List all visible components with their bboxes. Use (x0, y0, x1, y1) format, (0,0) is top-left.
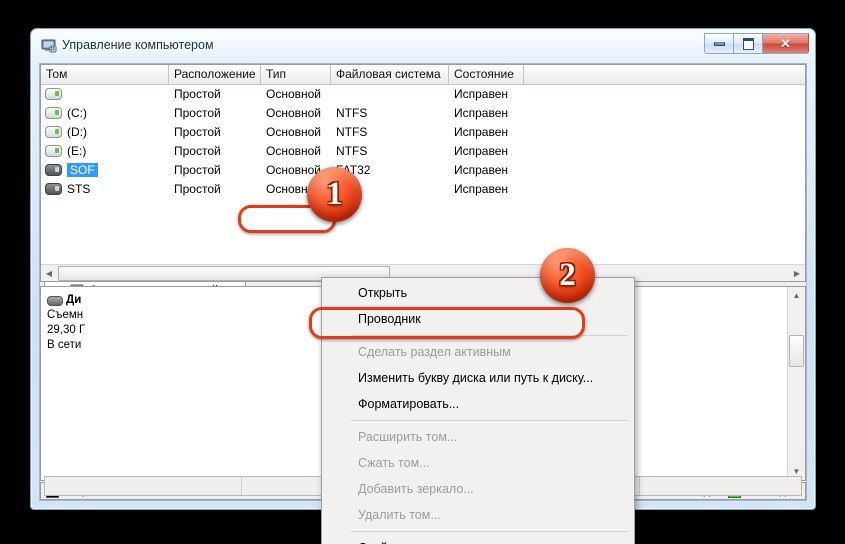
cell-type: Основной (266, 86, 322, 101)
menu-separator (328, 335, 628, 336)
minimize-icon (713, 41, 725, 46)
scroll-thumb[interactable] (789, 335, 804, 367)
fixed-disk-icon (45, 144, 62, 157)
scroll-right-arrow[interactable]: ▶ (789, 266, 805, 281)
cell-volume: (D:) (67, 124, 87, 139)
context-menu-item-format[interactable]: Форматировать... (322, 391, 634, 417)
client-area: Файл Действие Вид Справка (39, 63, 807, 544)
cell-volume-selected: SOF (67, 162, 98, 177)
cell-layout: Простой (174, 181, 221, 196)
screenshot-root: Управление компьютером ✕ Файл Действие В… (0, 0, 845, 544)
step-marker-2-number: 2 (559, 257, 576, 293)
cell-filesystem: NTFS (336, 124, 368, 139)
context-menu-item-add-mirror: Добавить зеркало... (358, 482, 474, 496)
cell-status: Исправен (454, 162, 509, 177)
table-row[interactable]: Простой Основной Исправен (41, 84, 805, 103)
context-menu-item-change-drive-letter[interactable]: Изменить букву диска или путь к диску... (322, 365, 634, 391)
cell-status: Исправен (454, 86, 509, 101)
disk-view-vertical-scrollbar[interactable]: ▲ ▼ (787, 287, 805, 480)
context-menu-item-extend-volume: Расширить том... (358, 430, 458, 444)
fixed-disk-icon (45, 125, 62, 138)
disk-title: Ди (66, 294, 82, 306)
fixed-disk-icon (45, 106, 62, 119)
cell-volume: (E:) (67, 143, 87, 158)
cell-filesystem: NTFS (336, 105, 368, 120)
column-header-filesystem[interactable]: Файловая система (331, 65, 449, 84)
volume-list-header: Том Расположение Тип Файловая система Со… (41, 65, 805, 85)
cell-layout: Простой (174, 105, 221, 120)
cell-layout: Простой (174, 124, 221, 139)
cell-type: Основной (266, 105, 322, 120)
table-row[interactable]: (C:) Простой Основной NTFS Исправен (41, 103, 805, 122)
step-marker-1: 1 (307, 167, 362, 222)
computer-management-window: Управление компьютером ✕ Файл Действие В… (30, 28, 816, 544)
cell-status: Исправен (454, 143, 509, 158)
table-row-selected[interactable]: SOF Простой Основной FAT32 Исправен (41, 160, 805, 179)
column-header-layout[interactable]: Расположение (169, 65, 261, 84)
step-marker-2: 2 (540, 248, 595, 303)
step-marker-1-number: 1 (326, 176, 343, 212)
menu-separator (328, 531, 628, 532)
context-menu-item-shrink-volume: Сжать том... (358, 456, 430, 470)
maximize-button[interactable] (733, 33, 762, 54)
volume-list: Том Расположение Тип Файловая система Со… (40, 64, 806, 282)
disk-capacity: 29,30 Г (47, 324, 86, 336)
scroll-up-arrow[interactable]: ▲ (788, 287, 805, 304)
window-controls: ✕ (704, 33, 809, 54)
table-row[interactable]: (E:) Простой Основной NTFS Исправен (41, 141, 805, 160)
minimize-button[interactable] (704, 33, 733, 54)
context-menu-item-delete-volume: Удалить том... (358, 508, 441, 522)
column-header-volume[interactable]: Том (41, 65, 169, 84)
removable-disk-icon (45, 163, 62, 176)
cell-filesystem: NTFS (336, 143, 368, 158)
title-bar[interactable]: Управление компьютером ✕ (31, 29, 815, 63)
cell-layout: Простой (174, 86, 221, 101)
cell-status: Исправен (454, 105, 509, 120)
cell-volume: (C:) (67, 105, 87, 120)
cell-layout: Простой (174, 143, 221, 158)
computer-management-icon (41, 38, 57, 54)
scroll-left-arrow[interactable]: ◀ (41, 266, 57, 281)
status-cell-3 (640, 477, 801, 495)
volume-context-menu: Открыть Проводник Сделать раздел активны… (321, 277, 635, 544)
cell-status: Исправен (454, 124, 509, 139)
removable-disk-icon (45, 182, 62, 195)
column-header-status[interactable]: Состояние (449, 65, 524, 84)
disk-title-row: Ди (47, 293, 143, 308)
disk-status: В сети (47, 339, 82, 351)
cell-volume: STS (67, 181, 91, 196)
fixed-disk-icon (45, 87, 62, 100)
disk-media-type: Съемн (47, 309, 84, 321)
menu-separator (328, 420, 628, 421)
table-row[interactable]: STS Простой Основной Исправен (41, 179, 805, 198)
cell-type: Основной (266, 143, 322, 158)
cell-layout: Простой (174, 162, 221, 177)
cell-type: Основной (266, 124, 322, 139)
status-cell-1 (45, 477, 242, 495)
context-menu-item-mark-active: Сделать раздел активным (358, 345, 511, 359)
table-row[interactable]: (D:) Простой Основной NTFS Исправен (41, 122, 805, 141)
removable-disk-icon (47, 295, 63, 306)
volume-list-body: Простой Основной Исправен (C:) Простой О (41, 84, 805, 264)
maximize-icon (742, 37, 754, 50)
disk-info-block: Ди Съемн 29,30 Г В сети (47, 293, 143, 353)
window-title: Управление компьютером (62, 38, 214, 52)
column-header-type[interactable]: Тип (261, 65, 331, 84)
cell-status: Исправен (454, 181, 509, 196)
context-menu-item-explore[interactable]: Проводник (322, 306, 634, 332)
close-button[interactable]: ✕ (762, 33, 809, 54)
context-menu-item-properties[interactable]: Свойства (322, 535, 634, 544)
